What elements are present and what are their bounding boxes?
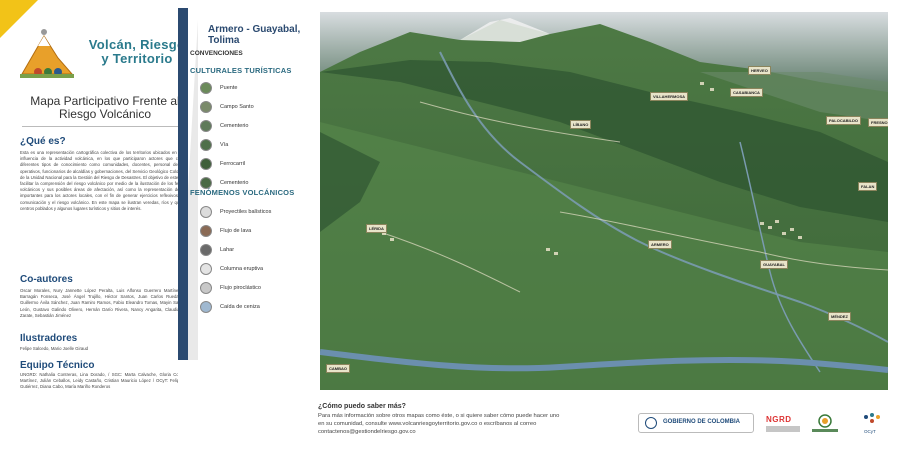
volcanic-heading: FENÓMENOS VOLCÁNICOS [190,188,295,197]
place-herveo[interactable]: HERVEO [748,66,771,75]
page-title-line2: Riesgo Volcánico [58,107,152,121]
ngrd-subline [766,426,800,432]
ocyt-label: OCyT [864,429,876,434]
pyroclastic-icon [200,282,212,294]
cemetery-icon [200,120,212,132]
legend-item-volcanic: Lahar [200,244,320,258]
map-terrain [320,12,888,390]
info-line1: Para más información sobre otros mapas c… [318,413,560,419]
legend-bar [178,8,188,360]
legend-item-volcanic: Flujo piroclástico [200,282,320,296]
legend-label: Caída de ceniza [220,304,260,310]
left-panel: Volcán, Riesgo y Territorio Mapa Partici… [0,0,200,450]
legend-label: Vía [220,142,229,148]
place-falan[interactable]: FALAN [858,182,878,191]
equipo-text: UNGRD: Nathalia Contreras, Lina Dorado, … [20,372,196,390]
place-fresno[interactable]: FRESNO [868,118,888,127]
title-divider [22,126,187,127]
legend-label: Ferrocarril [220,161,246,167]
legend-panel: Armero - Guayabal, Tolima CONVENCIONES C… [178,8,320,403]
legend-item-volcanic: Proyectiles balísticos [200,206,320,220]
ballistic-icon [200,206,212,218]
legend-label: Proyectiles balísticos [220,209,272,215]
railway-icon [200,158,212,170]
legend-item-cultural: Campo Santo [200,101,320,115]
ilustradores-text: Felipe Salcedo, Mario Joelle Giraud [20,346,89,351]
legend-label: Campo Santo [220,104,254,110]
place-cambao[interactable]: CAMBAO [326,364,350,373]
legend-label: Cementerio [220,180,249,186]
legend-item-cultural: Ferrocarril [200,158,320,172]
ocyt-emblem-icon [864,413,880,423]
place-casabianca[interactable]: CASABIANCA [730,88,763,97]
sgc-emblem-icon [818,414,832,428]
legend-label: Flujo piroclástico [220,285,261,291]
coautores-heading: Co-autores [20,274,73,285]
legend-label: Cementerio [220,123,249,129]
place-lerida[interactable]: LÉRIDA [366,224,387,233]
bridge-icon [200,82,212,94]
place-mendez[interactable]: MÉNDEZ [828,312,851,321]
place-palocabildo[interactable]: PALOCABILDO [826,116,862,125]
ocyt-logo: OCyT [856,411,888,437]
place-armero[interactable]: ARMERO [648,240,672,249]
lava-icon [200,225,212,237]
page-title: Mapa Participativo Frente al Riesgo Volc… [20,95,190,121]
ngrd-label: NGRD [766,415,792,424]
legend-item-volcanic: Flujo de lava [200,225,320,239]
legend-item-cultural: Vía [200,139,320,153]
legend-label: Flujo de lava [220,228,252,234]
participatory-map[interactable]: HERVEO VILLAHERMOSA CASABIANCA LÍBANO PA… [320,12,888,390]
place-villahermosa[interactable]: VILLAHERMOSA [650,92,688,101]
info-heading: ¿Cómo puedo saber más? [318,403,406,410]
cultural-heading: CULTURALES TURÍSTICAS [190,66,292,75]
eruption-column-icon [200,263,212,275]
gobierno-label: GOBIERNO DE COLOMBIA [663,419,741,425]
que-es-heading: ¿Qué es? [20,136,66,147]
convenciones-label: CONVENCIONES [190,50,243,57]
sgc-logo [812,413,838,435]
que-es-text: Esta es una representación cartográfica … [20,150,196,211]
coat-of-arms-icon [645,417,657,429]
gobierno-logo: GOBIERNO DE COLOMBIA [638,413,754,433]
legend-label: Columna eruptiva [220,266,264,272]
info-text: Para más información sobre otros mapas c… [318,413,628,436]
ash-fall-icon [200,301,212,313]
legend-item-volcanic: Columna eruptiva [200,263,320,277]
legend-label: Puente [220,85,238,91]
ilustradores-heading: Ilustradores [20,333,78,344]
lahar-icon [200,244,212,256]
legend-item-cultural: Puente [200,82,320,96]
volcano-logo-icon [20,29,74,78]
place-guayabal[interactable]: GUAYABAL [760,260,788,269]
ngrd-logo: NGRD [766,413,800,435]
road-icon [200,139,212,151]
coautores-text: Oscar Morales, Nury Jannette López Peral… [20,288,196,318]
location-title: Armero - Guayabal, Tolima [208,24,301,46]
cemetery-icon [200,101,212,113]
sgc-subline [812,429,838,432]
legend-label: Lahar [220,247,235,253]
brand-logo: Volcán, Riesgo y Territorio [18,28,193,83]
place-libano[interactable]: LÍBANO [570,120,592,129]
legend-item-cultural: Cementerio [200,120,320,134]
legend-item-volcanic: Caída de ceniza [200,301,320,315]
info-line2[interactable]: en su comunidad, consulte www.volcanries… [318,421,628,429]
equipo-heading: Equipo Técnico [20,360,95,371]
info-line3[interactable]: contactenos@gestiondelriesgo.gov.co [318,429,628,437]
